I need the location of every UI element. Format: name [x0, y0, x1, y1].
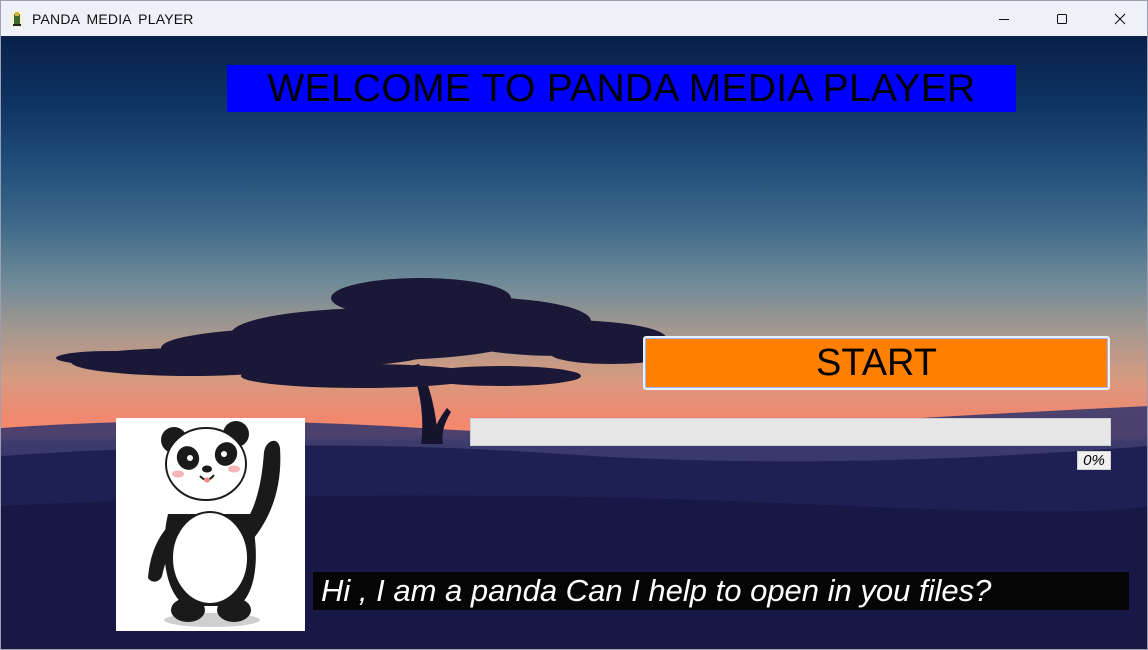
title-bar[interactable]: PANDA MEDIA PLAYER: [1, 1, 1147, 36]
app-window: PANDA MEDIA PLAYER WELCOME TO PANDA MEDI…: [0, 0, 1148, 650]
maximize-button[interactable]: [1033, 1, 1091, 36]
panda-image: [116, 418, 305, 631]
minimize-button[interactable]: [975, 1, 1033, 36]
main-content: WELCOME TO PANDA MEDIA PLAYER START 0% H…: [1, 36, 1147, 649]
window-title: PANDA MEDIA PLAYER: [32, 10, 194, 27]
close-button[interactable]: [1091, 1, 1147, 36]
welcome-banner: WELCOME TO PANDA MEDIA PLAYER: [227, 65, 1016, 112]
progress-bar: [470, 418, 1111, 446]
maximize-icon: [1057, 13, 1067, 24]
panda-app-icon: [10, 10, 24, 27]
close-icon: [1114, 13, 1126, 24]
progress-percent-label: 0%: [1077, 451, 1111, 470]
waving-panda-illustration: [148, 421, 281, 627]
minimize-icon: [999, 18, 1009, 20]
panda-speech-caption: Hi , I am a panda Can I help to open in …: [313, 572, 1129, 610]
tree-canopy: [56, 278, 671, 388]
start-button[interactable]: START: [643, 336, 1110, 390]
